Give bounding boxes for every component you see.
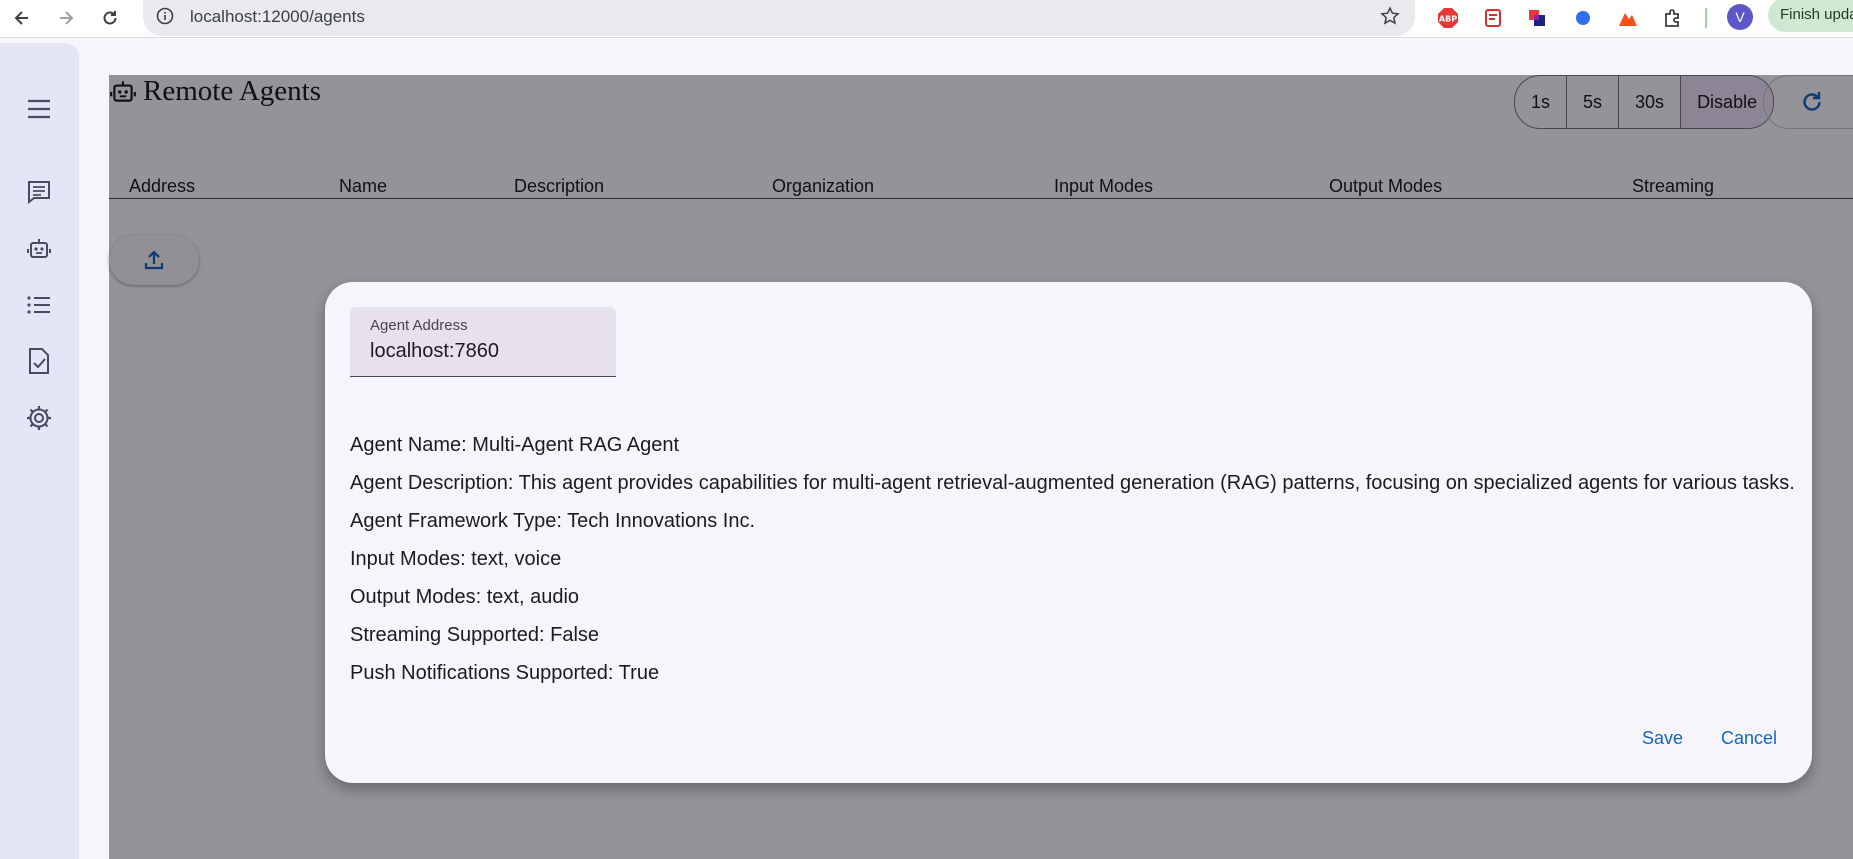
refresh-icon xyxy=(1802,92,1821,111)
forward-arrow-icon xyxy=(60,11,74,25)
refresh-interval-toggle: 1s 5s 30s Disable xyxy=(1514,75,1775,129)
list-icon[interactable] xyxy=(20,286,58,324)
upload-icon xyxy=(144,250,164,270)
robot-title-icon xyxy=(110,80,136,102)
chat-icon[interactable] xyxy=(20,173,58,211)
agent-name-line: Agent Name: Multi-Agent RAG Agent xyxy=(350,434,680,456)
page-title-text: Remote Agents xyxy=(143,75,322,107)
toolbar-divider xyxy=(1705,8,1707,28)
output-modes-line: Output Modes: text, audio xyxy=(350,586,580,608)
column-header-organization: Organization xyxy=(772,176,875,196)
bookmark-star-icon[interactable] xyxy=(1379,5,1401,27)
back-button[interactable] xyxy=(8,4,36,32)
forward-button[interactable] xyxy=(52,4,80,32)
add-agent-dialog: Agent Address localhost:7860 Agent Name:… xyxy=(325,282,1812,783)
puzzle-icon[interactable] xyxy=(1660,5,1686,31)
task-icon[interactable] xyxy=(20,342,58,380)
profile-avatar[interactable]: V xyxy=(1727,4,1753,30)
upload-button[interactable] xyxy=(109,235,199,285)
settings-icon[interactable] xyxy=(20,399,58,437)
cancel-button[interactable]: Cancel xyxy=(1715,722,1783,755)
page-title: Remote Agents xyxy=(109,75,321,108)
address-bar[interactable]: localhost:12000/agents xyxy=(143,0,1415,36)
site-info-icon[interactable] xyxy=(155,6,175,26)
input-modes-line: Input Modes: text, voice xyxy=(350,548,562,570)
menu-icon[interactable] xyxy=(20,90,58,128)
agent-description-line: Agent Description: This agent provides c… xyxy=(350,472,1795,494)
adblock-icon[interactable]: ABP xyxy=(1435,5,1461,31)
reload-icon xyxy=(103,11,117,25)
refresh-option-30s[interactable]: 30s xyxy=(1619,76,1682,128)
finish-update-button[interactable]: Finish update xyxy=(1768,0,1853,32)
back-arrow-icon xyxy=(14,11,28,25)
orange-extension-icon[interactable] xyxy=(1615,5,1641,31)
color-extension-icon[interactable] xyxy=(1524,5,1550,31)
svg-text:ABP: ABP xyxy=(1439,15,1457,24)
refresh-option-1s[interactable]: 1s xyxy=(1515,76,1568,128)
push-notifications-line: Push Notifications Supported: True xyxy=(350,662,660,684)
column-header-address: Address xyxy=(129,176,196,196)
column-header-output-modes: Output Modes xyxy=(1329,176,1443,196)
pdf-extension-icon[interactable] xyxy=(1480,5,1506,31)
reload-button[interactable] xyxy=(96,4,124,32)
sidebar xyxy=(0,43,79,859)
refresh-option-disable[interactable]: Disable xyxy=(1681,76,1774,128)
streaming-supported-line: Streaming Supported: False xyxy=(350,624,600,646)
column-header-description: Description xyxy=(514,176,605,196)
agent-address-input[interactable]: localhost:7860 xyxy=(370,340,499,363)
column-header-name: Name xyxy=(339,176,388,196)
save-button[interactable]: Save xyxy=(1636,722,1689,755)
agent-address-label: Agent Address xyxy=(370,317,468,334)
column-header-input-modes: Input Modes xyxy=(1054,176,1154,196)
url-text[interactable]: localhost:12000/agents xyxy=(190,7,365,27)
browser-toolbar: localhost:12000/agents ABP V Finish upda… xyxy=(0,0,1853,38)
refresh-button[interactable] xyxy=(1763,75,1853,129)
agent-address-field[interactable]: Agent Address localhost:7860 xyxy=(350,307,616,377)
refresh-option-5s[interactable]: 5s xyxy=(1567,76,1620,128)
column-header-streaming: Streaming xyxy=(1632,176,1715,196)
blue-dot-extension-icon[interactable] xyxy=(1570,5,1596,31)
robot-icon[interactable] xyxy=(20,230,58,268)
agent-framework-line: Agent Framework Type: Tech Innovations I… xyxy=(350,510,756,532)
